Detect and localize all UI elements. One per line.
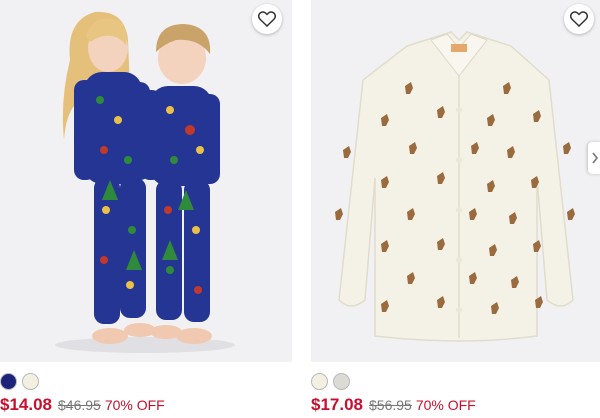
product-card-pajamas[interactable]: $14.08 $46.95 70% OFF bbox=[0, 0, 297, 418]
discount-label: 70% OFF bbox=[415, 397, 476, 413]
discount-label: 70% OFF bbox=[104, 397, 165, 413]
carousel-next-button[interactable] bbox=[588, 142, 600, 174]
sale-price: $14.08 bbox=[0, 395, 52, 414]
reindeer-shirt-illustration bbox=[335, 31, 575, 342]
boy-figure bbox=[140, 24, 220, 344]
price-row: $17.08 $56.95 70% OFF bbox=[311, 395, 476, 415]
favorite-button[interactable] bbox=[564, 4, 594, 34]
chevron-right-icon bbox=[592, 152, 599, 164]
price-row: $14.08 $46.95 70% OFF bbox=[0, 395, 165, 415]
color-swatches bbox=[311, 373, 350, 390]
color-swatch-navy[interactable] bbox=[0, 373, 17, 390]
color-swatches bbox=[0, 373, 39, 390]
sale-price: $17.08 bbox=[311, 395, 363, 414]
heart-outline-icon bbox=[258, 11, 276, 27]
heart-outline-icon bbox=[570, 11, 588, 27]
original-price: $56.95 bbox=[369, 397, 412, 413]
product-image-pajamas[interactable] bbox=[0, 0, 292, 362]
original-price: $46.95 bbox=[58, 397, 101, 413]
kids-pajamas-illustration bbox=[55, 11, 235, 353]
product-card-shirt[interactable]: $17.08 $56.95 70% OFF bbox=[311, 0, 600, 418]
favorite-button[interactable] bbox=[252, 4, 282, 34]
color-swatch-cream[interactable] bbox=[22, 373, 39, 390]
color-swatch-light-gray[interactable] bbox=[333, 373, 350, 390]
product-image-shirt[interactable] bbox=[311, 0, 600, 362]
girl-figure bbox=[62, 11, 156, 344]
color-swatch-cream[interactable] bbox=[311, 373, 328, 390]
